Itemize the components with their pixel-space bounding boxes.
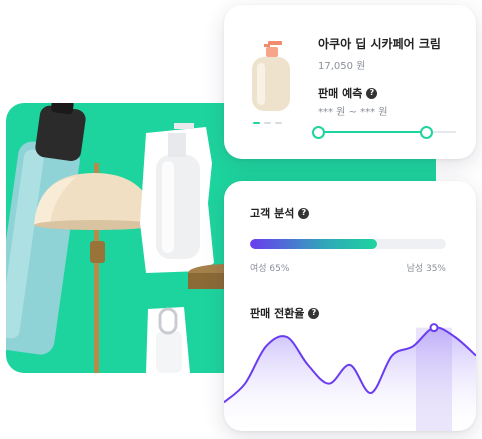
- conversion-area-fill: [224, 327, 476, 431]
- slider-handle-max[interactable]: [419, 126, 433, 139]
- pager-dot[interactable]: [253, 122, 260, 124]
- question-icon[interactable]: ?: [366, 87, 378, 99]
- male-ratio-label: 남성 35%: [406, 264, 446, 274]
- customer-analysis-card: 고객 분석 ? 여성 65% 남성 35% 판매 전환율 ?: [224, 181, 476, 431]
- pager-dot[interactable]: [264, 122, 271, 124]
- product-price: 17,050 원: [318, 61, 366, 72]
- sales-forecast-label: 판매 예측: [318, 87, 363, 100]
- forecast-range-slider[interactable]: [312, 125, 456, 139]
- sales-forecast-heading: 판매 예측 ?: [318, 85, 378, 101]
- image-pager[interactable]: [253, 122, 282, 124]
- female-ratio-label: 여성 65%: [250, 264, 290, 274]
- product-thumbnail[interactable]: [248, 41, 294, 113]
- conversion-rate-chart: [224, 323, 476, 431]
- female-ratio-fill: [250, 239, 378, 249]
- forecast-range-text: *** 원 ~ *** 원: [318, 107, 388, 118]
- product-name: 아쿠아 딥 시카페어 크림: [318, 37, 441, 51]
- slider-range-fill: [318, 131, 426, 133]
- question-icon[interactable]: ?: [298, 207, 310, 219]
- customer-analysis-label: 고객 분석: [250, 207, 295, 220]
- gender-ratio-bar: [250, 239, 446, 249]
- pump-bottle-image: [140, 123, 214, 273]
- gender-ratio-labels: 여성 65% 남성 35%: [250, 261, 446, 274]
- product-forecast-card: 아쿠아 딥 시카페어 크림 17,050 원 판매 예측 ? *** 원 ~ *…: [224, 5, 476, 159]
- glass-bottle-image: [146, 307, 190, 373]
- slider-handle-min[interactable]: [312, 126, 325, 139]
- customer-analysis-heading: 고객 분석 ?: [250, 205, 310, 221]
- pager-dot[interactable]: [275, 122, 282, 124]
- highlighted-point[interactable]: [429, 323, 439, 333]
